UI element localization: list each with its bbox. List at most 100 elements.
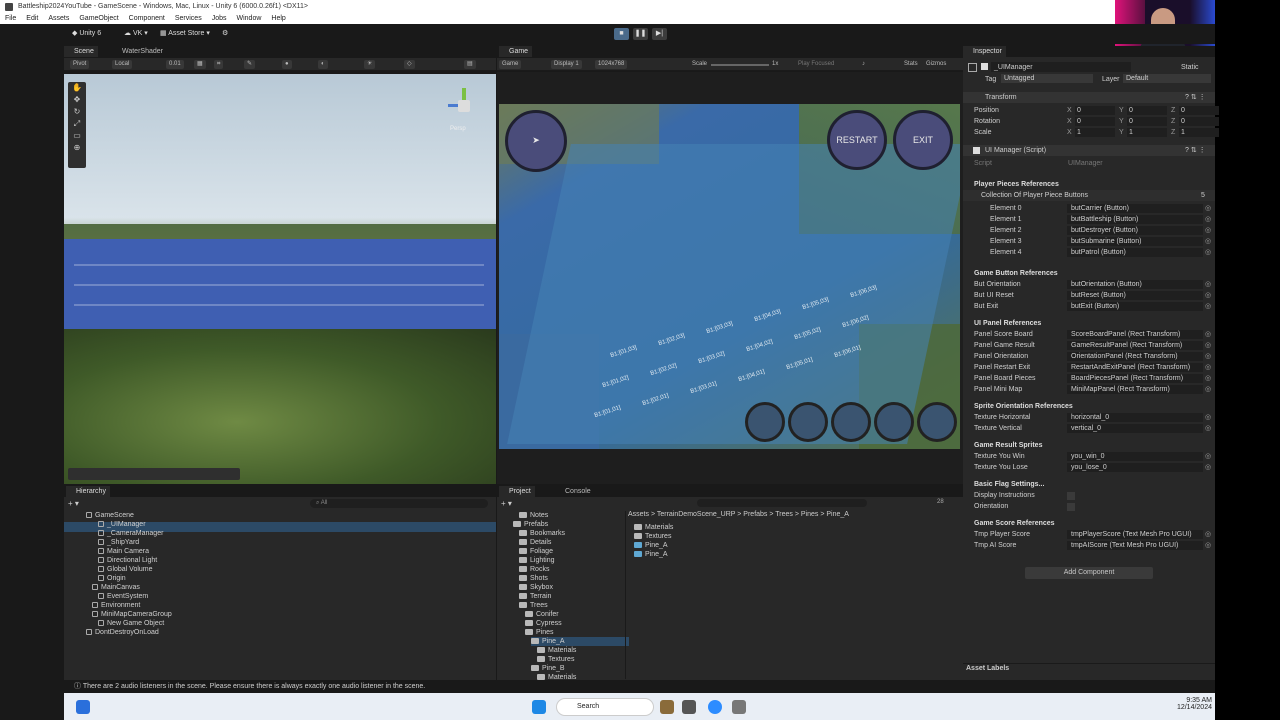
hierarchy-item[interactable]: _CameraManager xyxy=(98,529,163,538)
ship-carrier-button[interactable] xyxy=(745,402,785,442)
effects-icon[interactable]: ◇ xyxy=(404,60,415,69)
project-file[interactable]: Pine_A xyxy=(634,541,668,550)
pivot-dropdown[interactable]: Pivot xyxy=(70,60,90,69)
collection-list-header[interactable]: Collection Of Player Piece Buttons 5 xyxy=(963,190,1215,201)
zoom-icon[interactable] xyxy=(708,700,722,714)
account-dropdown[interactable]: ☁ VK ▾ xyxy=(120,28,152,40)
tab-game[interactable]: Game xyxy=(499,46,533,57)
collection-count[interactable]: 5 xyxy=(1201,190,1205,201)
list-element-object-field[interactable]: butSubmarine (Button) xyxy=(1067,237,1203,246)
menu-gameobject[interactable]: GameObject xyxy=(74,13,123,24)
project-folder[interactable]: Rocks xyxy=(519,565,549,574)
status-bar[interactable]: ⓘ There are 2 audio listeners in the sce… xyxy=(64,680,1215,693)
object-picker-icon[interactable]: ◎ xyxy=(1205,351,1211,362)
object-picker-icon[interactable]: ◎ xyxy=(1205,247,1211,258)
ship-submarine-button[interactable] xyxy=(874,402,914,442)
result-sprite-row-object-field[interactable]: you_lose_0 xyxy=(1067,463,1203,472)
local-dropdown[interactable]: Local xyxy=(112,60,133,69)
rect-tool-icon[interactable]: ▭ xyxy=(68,130,86,142)
project-file[interactable]: Textures xyxy=(634,532,671,541)
project-folder[interactable]: Prefabs xyxy=(513,520,548,529)
object-picker-icon[interactable]: ◎ xyxy=(1205,225,1211,236)
game-view[interactable]: B1:[01,01] B1:[02,01] B1:[03,01] B1:[04,01]… xyxy=(499,104,960,449)
object-picker-icon[interactable]: ◎ xyxy=(1205,290,1211,301)
menu-jobs[interactable]: Jobs xyxy=(207,13,232,24)
panel-ref-row-object-field[interactable]: ScoreBoardPanel (Rect Transform) xyxy=(1067,330,1203,339)
object-picker-icon[interactable]: ◎ xyxy=(1205,462,1211,473)
object-picker-icon[interactable]: ◎ xyxy=(1205,329,1211,340)
project-search-input[interactable] xyxy=(697,499,867,507)
grid-icon[interactable]: ▦ xyxy=(194,60,206,69)
button-ref-row-object-field[interactable]: butExit (Button) xyxy=(1067,302,1203,311)
lighting-icon[interactable]: ☀ xyxy=(364,60,376,69)
start-icon[interactable] xyxy=(532,700,546,714)
play-focused-dropdown[interactable]: Play Focused xyxy=(795,60,837,69)
layer-dropdown[interactable]: Default xyxy=(1123,74,1211,83)
tag-dropdown[interactable]: Untagged xyxy=(1001,74,1093,83)
tab-water-shader[interactable]: WaterShader xyxy=(112,46,167,57)
static-toggle[interactable]: Static xyxy=(1181,62,1199,73)
object-picker-icon[interactable]: ◎ xyxy=(1205,301,1211,312)
panel-ref-row-object-field[interactable]: MiniMapPanel (Rect Transform) xyxy=(1067,385,1203,394)
hierarchy-item[interactable]: Main Camera xyxy=(98,547,149,556)
project-folder[interactable]: Pines xyxy=(525,628,554,637)
restart-button[interactable]: RESTART xyxy=(827,110,887,170)
project-folder[interactable]: Notes xyxy=(519,511,548,520)
ship-battleship-button[interactable] xyxy=(788,402,828,442)
asset-store-button[interactable]: ▦ Asset Store ▾ xyxy=(156,28,214,40)
transform-x-field[interactable]: 1 xyxy=(1075,128,1115,137)
menu-help[interactable]: Help xyxy=(266,13,290,24)
splitter[interactable] xyxy=(625,511,626,679)
hierarchy-item[interactable]: MiniMapCameraGroup xyxy=(92,610,172,619)
file-explorer-icon[interactable] xyxy=(682,700,696,714)
taskbar-clock[interactable]: 9:35 AM 12/14/2024 xyxy=(1172,697,1212,711)
gizmos-dropdown[interactable]: Gizmos xyxy=(923,60,949,69)
flag-row-checkbox[interactable] xyxy=(1067,503,1075,511)
project-folder[interactable]: Trees xyxy=(519,601,548,610)
project-folder[interactable]: Terrain xyxy=(519,592,551,601)
transform-z-field[interactable]: 1 xyxy=(1179,128,1219,137)
project-folder[interactable]: Conifer xyxy=(525,610,559,619)
shading-icon[interactable]: ● xyxy=(282,60,292,69)
object-picker-icon[interactable]: ◎ xyxy=(1205,529,1211,540)
object-picker-icon[interactable]: ◎ xyxy=(1205,540,1211,551)
hierarchy-item[interactable]: Origin xyxy=(98,574,126,583)
stats-toggle[interactable]: Stats xyxy=(901,60,921,69)
transform-header[interactable]: Transform xyxy=(985,92,1017,103)
play-button[interactable]: ■ xyxy=(614,28,629,40)
hierarchy-item[interactable]: Directional Light xyxy=(98,556,157,565)
panel-ref-row-object-field[interactable]: BoardPiecesPanel (Rect Transform) xyxy=(1067,374,1203,383)
menu-edit[interactable]: Edit xyxy=(21,13,43,24)
list-element-object-field[interactable]: butDestroyer (Button) xyxy=(1067,226,1203,235)
display-dropdown[interactable]: Display 1 xyxy=(551,60,582,69)
sprite-ref-row-object-field[interactable]: vertical_0 xyxy=(1067,424,1203,433)
tab-scene[interactable]: Scene xyxy=(64,46,98,57)
list-element-object-field[interactable]: butPatrol (Button) xyxy=(1067,248,1203,257)
transform-menu-icon[interactable]: ? ⇅ ⋮ xyxy=(1185,92,1206,103)
hierarchy-item[interactable]: Global Volume xyxy=(98,565,153,574)
project-file[interactable]: Materials xyxy=(634,523,673,532)
project-folder[interactable]: Pine_A xyxy=(531,637,629,646)
list-element-object-field[interactable]: butCarrier (Button) xyxy=(1067,204,1203,213)
settings-icon[interactable]: ⚙ xyxy=(218,28,232,40)
hierarchy-item[interactable]: _ShipYard xyxy=(98,538,139,547)
menu-assets[interactable]: Assets xyxy=(43,13,74,24)
hierarchy-item[interactable]: DontDestroyOnLoad xyxy=(86,628,159,637)
object-picker-icon[interactable]: ◎ xyxy=(1205,423,1211,434)
project-folder[interactable]: Materials xyxy=(537,646,576,655)
scale-tool-icon[interactable]: ⤢ xyxy=(68,118,86,130)
orientation-gizmo[interactable] xyxy=(444,84,484,124)
persp-label[interactable]: Persp xyxy=(450,126,466,132)
object-picker-icon[interactable]: ◎ xyxy=(1205,373,1211,384)
snap-icon[interactable]: ⌗ xyxy=(214,60,224,69)
hand-tool-icon[interactable]: ✋ xyxy=(68,82,86,94)
exit-button[interactable]: EXIT xyxy=(893,110,953,170)
button-ref-row-object-field[interactable]: butOrientation (Button) xyxy=(1067,280,1203,289)
snap-value[interactable]: 0.01 xyxy=(166,60,184,69)
object-picker-icon[interactable]: ◎ xyxy=(1205,279,1211,290)
active-checkbox[interactable] xyxy=(981,63,988,70)
scale-slider[interactable] xyxy=(711,64,769,66)
add-icon[interactable]: + ▾ xyxy=(68,499,79,508)
project-folder[interactable]: Lighting xyxy=(519,556,555,565)
unity-account-button[interactable]: ◆ Unity 6 xyxy=(68,28,105,40)
